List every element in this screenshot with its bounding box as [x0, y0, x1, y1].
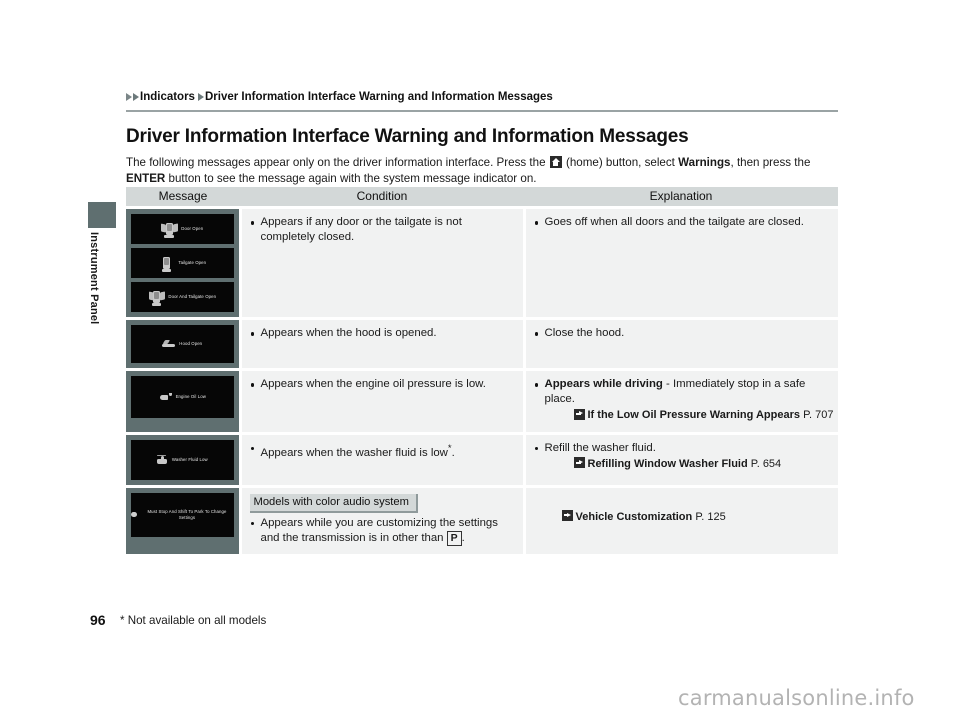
message-screens-cell: Door Open Tailgate Open Door And Tailgat…	[126, 206, 240, 319]
dii-screen-text: Washer Fluid Low	[171, 456, 208, 462]
dii-screen-tailgate-open: Tailgate Open	[131, 248, 234, 278]
breadcrumb-arrow-icon	[133, 93, 139, 101]
dii-screen-text: Door Open	[181, 226, 204, 232]
intro-text-part3: , then press the	[730, 156, 811, 169]
breadcrumb-item-indicators[interactable]: Indicators	[140, 91, 195, 103]
home-icon	[549, 156, 562, 168]
condition-main: Appears when the washer fluid is low	[260, 446, 448, 459]
explanation-cell: Appears while driving - Immediately stop…	[524, 368, 838, 434]
column-header-explanation: Explanation	[524, 187, 838, 208]
dii-screen-washer-fluid-low: Washer Fluid Low	[131, 439, 234, 480]
explanation-cell: Vehicle Customization P. 125	[524, 484, 838, 555]
section-tab-marker	[88, 202, 116, 228]
condition-cell: Appears when the washer fluid is low*.	[238, 431, 526, 487]
intro-paragraph: The following messages appear only on th…	[126, 155, 840, 187]
explanation-text: Close the hood.	[534, 326, 831, 341]
dii-screen-must-stop-and-shift-to-park: Must Stop And Shift To Park To Change Se…	[131, 492, 234, 537]
dii-screen-text: Door And Tailgate Open	[168, 294, 217, 300]
footnote-text: * Not available on all models	[120, 614, 267, 627]
cross-reference[interactable]: Refilling Window Washer Fluid P. 654	[534, 457, 831, 472]
park-gear-indicator: P	[446, 531, 462, 547]
dii-screen-text: Tailgate Open	[178, 260, 207, 266]
explanation-text: Appears while driving - Immediately stop…	[534, 377, 831, 407]
explanation-cell: Refill the washer fluid. Refilling Windo…	[524, 431, 838, 487]
table-row: Engine Oil Low Appears when the engine o…	[126, 368, 838, 434]
explanation-cell: Goes off when all doors and the tailgate…	[524, 206, 838, 319]
dii-screen-text: Must Stop And Shift To Park To Change Se…	[147, 509, 227, 520]
condition-period: .	[451, 446, 455, 459]
message-screens-cell: Must Stop And Shift To Park To Change Se…	[126, 484, 240, 555]
condition-text: Appears if any door or the tailgate is n…	[250, 215, 513, 245]
page-number: 96	[90, 612, 106, 628]
header-divider	[126, 110, 838, 112]
models-badge: Models with color audio system	[249, 493, 418, 513]
table-row: Door Open Tailgate Open Door And Tailgat…	[126, 206, 838, 319]
oil-can-icon	[159, 392, 172, 402]
reference-page: P. 125	[695, 510, 726, 523]
condition-text: Appears when the engine oil pressure is …	[250, 377, 513, 392]
breadcrumb: Indicators Driver Information Interface …	[126, 91, 838, 103]
dii-screen-door-open: Door Open	[131, 214, 234, 244]
vehicle-door-and-tailgate-open-icon	[148, 287, 165, 307]
cross-reference[interactable]: Vehicle Customization P. 125	[534, 510, 831, 525]
table-row: Hood Open Appears when the hood is opene…	[126, 317, 838, 370]
intro-text-part2: (home) button, select	[562, 156, 679, 169]
condition-text: Appears when the washer fluid is low*.	[250, 441, 513, 461]
reference-arrow-icon	[573, 408, 585, 420]
breadcrumb-arrow-icon	[197, 93, 204, 101]
dii-screen-text: Engine Oil Low	[175, 394, 206, 400]
dii-screen-engine-oil-low: Engine Oil Low	[131, 376, 234, 418]
section-label: Instrument Panel	[88, 232, 100, 325]
vehicle-tailgate-open-icon	[158, 253, 174, 273]
dii-screen-door-and-tailgate-open: Door And Tailgate Open	[131, 282, 234, 312]
condition-text: Appears when the hood is opened.	[250, 326, 513, 341]
condition-text: Appears while you are customizing the se…	[250, 516, 513, 547]
column-header-message: Message	[126, 187, 240, 208]
manual-page: Instrument Panel Indicators Driver Infor…	[0, 0, 960, 722]
hood-open-icon	[162, 340, 176, 348]
condition-cell: Appears when the hood is opened.	[238, 317, 526, 370]
condition-cell: Appears if any door or the tailgate is n…	[238, 206, 526, 319]
column-header-condition: Condition	[240, 187, 524, 208]
warning-messages-table: Message Condition Explanation Door Open	[126, 187, 838, 555]
condition-period: .	[461, 532, 465, 545]
page-title: Driver Information Interface Warning and…	[126, 126, 689, 147]
watermark: carmanualsonline.info	[678, 686, 915, 710]
reference-title: Refilling Window Washer Fluid	[587, 457, 748, 470]
intro-text-part1: The following messages appear only on th…	[126, 156, 549, 169]
reference-arrow-icon	[573, 457, 585, 469]
table-row: Washer Fluid Low Appears when the washer…	[126, 431, 838, 487]
table-header-row: Message Condition Explanation	[126, 187, 838, 208]
breadcrumb-arrow-icon	[126, 93, 132, 101]
cross-reference[interactable]: If the Low Oil Pressure Warning Appears …	[534, 408, 834, 423]
reference-page: P. 707	[803, 409, 834, 422]
message-screens-cell: Hood Open	[126, 317, 240, 370]
intro-warnings-label: Warnings	[678, 156, 731, 169]
table-row: Must Stop And Shift To Park To Change Se…	[126, 484, 838, 555]
explanation-text: Goes off when all doors and the tailgate…	[534, 215, 831, 230]
dii-screen-hood-open: Hood Open	[131, 325, 234, 363]
reference-arrow-icon	[561, 510, 573, 522]
condition-cell: Models with color audio system Appears w…	[238, 484, 526, 555]
message-screens-cell: Washer Fluid Low	[126, 431, 240, 487]
warning-dot-icon	[131, 511, 137, 518]
vehicle-doors-open-icon	[161, 219, 178, 239]
condition-cell: Appears when the engine oil pressure is …	[238, 368, 526, 434]
explanation-text: Refill the washer fluid.	[534, 441, 831, 456]
explanation-bold: Appears while driving	[544, 378, 663, 390]
reference-title: Vehicle Customization	[575, 510, 693, 523]
explanation-cell: Close the hood.	[524, 317, 838, 370]
reference-title: If the Low Oil Pressure Warning Appears	[587, 409, 801, 422]
washer-fluid-icon	[157, 454, 168, 465]
intro-text-part4: button to see the message again with the…	[165, 172, 537, 185]
breadcrumb-item-current: Driver Information Interface Warning and…	[204, 91, 553, 103]
intro-enter-label: ENTER	[126, 172, 166, 185]
reference-page: P. 654	[750, 457, 782, 470]
message-screens-cell: Engine Oil Low	[126, 368, 240, 434]
dii-screen-text: Hood Open	[179, 341, 203, 347]
